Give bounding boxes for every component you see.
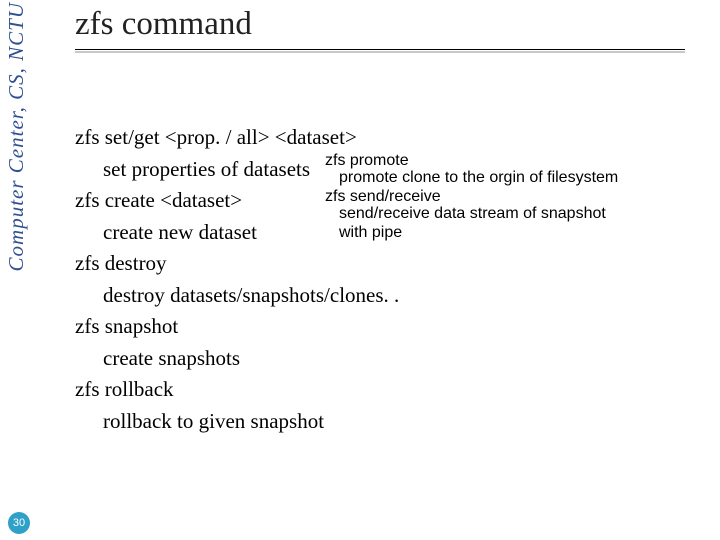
cmd-sendreceive: zfs send/receive bbox=[325, 189, 618, 205]
desc-sendreceive-1: send/receive data stream of snapshot bbox=[339, 205, 618, 223]
cmd-rollback: zfs rollback bbox=[75, 374, 695, 406]
sidebar-affiliation: Computer Center, CS, NCTU bbox=[4, 2, 29, 271]
desc-sendreceive-2: with pipe bbox=[339, 224, 618, 242]
title-underline bbox=[75, 49, 685, 53]
desc-rollback: rollback to given snapshot bbox=[103, 406, 695, 438]
cmd-promote: zfs promote bbox=[325, 153, 618, 169]
desc-snapshot: create snapshots bbox=[103, 343, 695, 375]
desc-destroy: destroy datasets/snapshots/clones. . bbox=[103, 280, 695, 312]
overlay-column: zfs promote promote clone to the orgin o… bbox=[325, 153, 618, 242]
cmd-setget: zfs set/get <prop. / all> <dataset> bbox=[75, 122, 695, 154]
cmd-snapshot: zfs snapshot bbox=[75, 311, 695, 343]
title-block: zfs command bbox=[75, 6, 685, 53]
slide-title: zfs command bbox=[75, 6, 685, 43]
desc-promote: promote clone to the orgin of filesystem bbox=[339, 169, 618, 187]
cmd-destroy: zfs destroy bbox=[75, 248, 695, 280]
page-number-badge: 30 bbox=[8, 512, 30, 534]
